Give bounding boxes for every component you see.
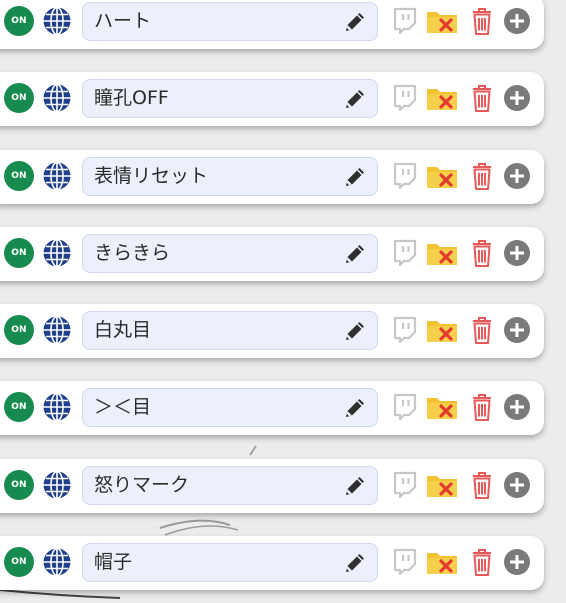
globe-icon[interactable]	[41, 469, 73, 501]
folder-remove-icon[interactable]	[426, 239, 460, 269]
pencil-icon[interactable]	[341, 472, 369, 500]
pencil-icon[interactable]	[341, 85, 369, 113]
pencil-icon[interactable]	[341, 317, 369, 345]
plus-circle-icon[interactable]	[503, 316, 531, 344]
twitch-icon[interactable]	[392, 7, 418, 35]
on-toggle-button[interactable]: ON	[4, 83, 34, 113]
trash-icon[interactable]	[470, 547, 494, 577]
on-toggle-button[interactable]: ON	[4, 547, 34, 577]
on-toggle-button[interactable]: ON	[4, 470, 34, 500]
twitch-icon[interactable]	[392, 84, 418, 112]
globe-icon[interactable]	[41, 314, 73, 346]
twitch-icon[interactable]	[392, 316, 418, 344]
on-toggle-button[interactable]: ON	[4, 392, 34, 422]
folder-remove-icon[interactable]	[426, 162, 460, 192]
globe-icon[interactable]	[41, 160, 73, 192]
twitch-icon[interactable]	[392, 548, 418, 576]
name-field[interactable]: きらきら	[82, 234, 378, 273]
plus-circle-icon[interactable]	[503, 7, 531, 35]
name-field[interactable]: ＞＜目	[82, 388, 378, 427]
item-name: 表情リセット	[94, 165, 209, 187]
pencil-icon[interactable]	[341, 163, 369, 191]
plus-circle-icon[interactable]	[503, 239, 531, 267]
twitch-icon[interactable]	[392, 393, 418, 421]
list-item: ON 帽子	[0, 536, 544, 590]
folder-remove-icon[interactable]	[426, 316, 460, 346]
list-item: ON 表情リセット	[0, 150, 544, 204]
list-item: ON 怒りマーク	[0, 459, 544, 513]
globe-icon[interactable]	[41, 82, 73, 114]
item-name: 白丸目	[94, 319, 152, 341]
name-field[interactable]: 白丸目	[82, 311, 378, 350]
on-toggle-button[interactable]: ON	[4, 315, 34, 345]
globe-icon[interactable]	[41, 546, 73, 578]
folder-remove-icon[interactable]	[426, 7, 460, 37]
plus-circle-icon[interactable]	[503, 471, 531, 499]
trash-icon[interactable]	[470, 238, 494, 268]
trash-icon[interactable]	[470, 315, 494, 345]
list-item: ON きらきら	[0, 227, 544, 281]
folder-remove-icon[interactable]	[426, 548, 460, 578]
name-field[interactable]: ハート	[82, 2, 378, 41]
on-toggle-button[interactable]: ON	[4, 238, 34, 268]
list-item: ON ＞＜目	[0, 381, 544, 435]
on-toggle-button[interactable]: ON	[4, 161, 34, 191]
item-name: 怒りマーク	[94, 474, 190, 496]
pencil-icon[interactable]	[341, 240, 369, 268]
pencil-icon[interactable]	[341, 394, 369, 422]
twitch-icon[interactable]	[392, 471, 418, 499]
twitch-icon[interactable]	[392, 239, 418, 267]
globe-icon[interactable]	[41, 391, 73, 423]
on-toggle-button[interactable]: ON	[4, 6, 34, 36]
name-field[interactable]: 帽子	[82, 543, 378, 582]
globe-icon[interactable]	[41, 5, 73, 37]
plus-circle-icon[interactable]	[503, 548, 531, 576]
item-name: 瞳孔OFF	[94, 87, 169, 109]
pencil-icon[interactable]	[341, 549, 369, 577]
trash-icon[interactable]	[470, 392, 494, 422]
plus-circle-icon[interactable]	[503, 84, 531, 112]
item-name: ハート	[94, 10, 152, 32]
trash-icon[interactable]	[470, 470, 494, 500]
name-field[interactable]: 怒りマーク	[82, 466, 378, 505]
item-name: 帽子	[94, 551, 133, 573]
plus-circle-icon[interactable]	[503, 162, 531, 190]
name-field[interactable]: 表情リセット	[82, 157, 378, 196]
folder-remove-icon[interactable]	[426, 84, 460, 114]
pencil-icon[interactable]	[341, 8, 369, 36]
twitch-icon[interactable]	[392, 162, 418, 190]
globe-icon[interactable]	[41, 237, 73, 269]
item-name: きらきら	[94, 242, 171, 264]
name-field[interactable]: 瞳孔OFF	[82, 79, 378, 118]
trash-icon[interactable]	[470, 161, 494, 191]
list-item: ON 白丸目	[0, 304, 544, 358]
plus-circle-icon[interactable]	[503, 393, 531, 421]
item-name: ＞＜目	[94, 396, 152, 418]
list-item: ON ハート	[0, 0, 544, 49]
folder-remove-icon[interactable]	[426, 471, 460, 501]
trash-icon[interactable]	[470, 83, 494, 113]
folder-remove-icon[interactable]	[426, 393, 460, 423]
trash-icon[interactable]	[470, 6, 494, 36]
list-item: ON 瞳孔OFF	[0, 72, 544, 126]
